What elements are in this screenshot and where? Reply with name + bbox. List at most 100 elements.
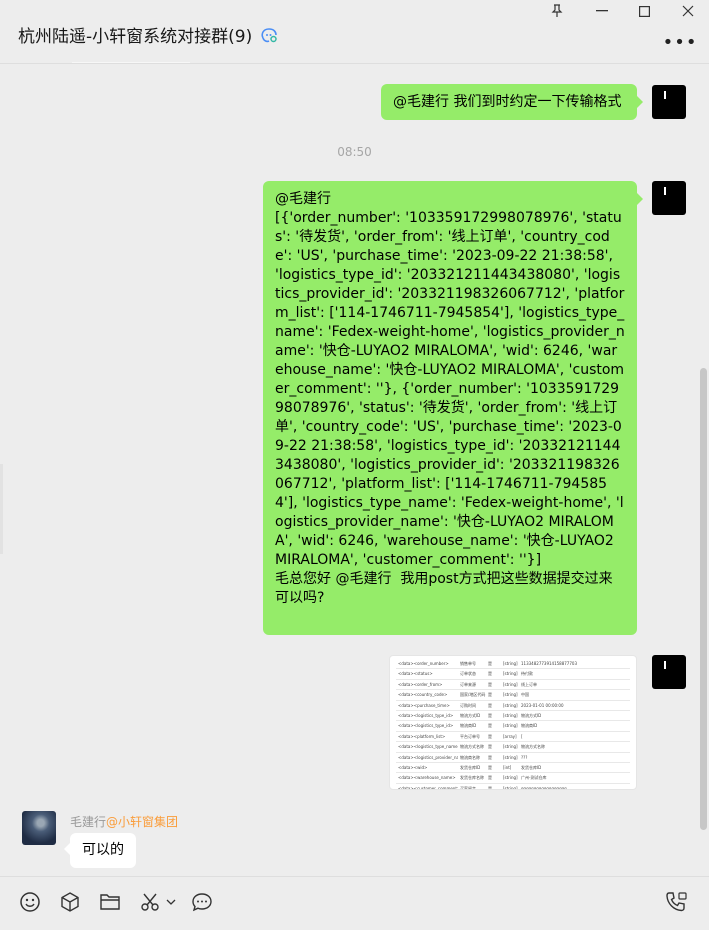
table-cell: <data><order_number> bbox=[398, 661, 449, 666]
avatar[interactable] bbox=[652, 181, 686, 215]
table-cell: 是 bbox=[488, 785, 492, 790]
table-cell: 发货仓库名称 bbox=[460, 775, 484, 781]
table-cell: <data><logistics_type_id> bbox=[398, 723, 454, 729]
table-cell: 线上订单 bbox=[521, 681, 537, 687]
table-cell: 物流方式名称 bbox=[460, 744, 484, 750]
table-cell: [string] bbox=[503, 712, 518, 718]
chat-title-wrap: 杭州陆遥-小轩窗系统对接群(9) bbox=[18, 22, 280, 47]
scissors-icon[interactable] bbox=[138, 890, 162, 914]
message-list[interactable]: @毛建行 我们到时约定一下传输格式 08:50 @毛建行 [{'order_nu… bbox=[0, 64, 709, 876]
table-cell: 物流商名称 bbox=[460, 754, 480, 760]
table-cell: [string] bbox=[503, 671, 518, 677]
table-cell: 订单来源 bbox=[460, 681, 476, 687]
table-cell: <data><status> bbox=[398, 671, 433, 677]
more-options-button[interactable]: ••• bbox=[663, 32, 697, 53]
table-cell: ??? bbox=[521, 754, 528, 760]
table-cell: [array] bbox=[503, 733, 517, 739]
table-cell: 1133482773914158877703 bbox=[521, 661, 577, 666]
table-row: <data><order_from> 订单来源 是 [string] 线上订单 bbox=[396, 680, 630, 691]
table-row: <data><customer_comment> 买家留言 是 [string] qqq… bbox=[396, 784, 630, 790]
table-cell: 发货仓库ID bbox=[460, 764, 481, 770]
avatar[interactable] bbox=[652, 85, 686, 119]
table-cell: qqqqqqqqqqqqqqqqqq bbox=[521, 785, 567, 790]
folder-icon[interactable] bbox=[98, 890, 122, 914]
table-cell: 是 bbox=[488, 754, 492, 760]
table-cell: <data><wid> bbox=[398, 764, 428, 770]
table-cell: <data><logistics_type_name> bbox=[398, 744, 458, 750]
table-cell: [int] bbox=[503, 764, 512, 770]
table-cell: 国家/地区代码 bbox=[460, 692, 486, 698]
table-cell: 发货仓库ID bbox=[521, 764, 542, 770]
sender-avatar[interactable] bbox=[22, 811, 56, 845]
group-chat-icon[interactable] bbox=[260, 26, 280, 44]
table-cell: <data><warehouse_name> bbox=[398, 775, 456, 781]
more-icon: ••• bbox=[662, 31, 698, 53]
table-cell: 广州-测试仓库 bbox=[521, 775, 547, 781]
table-cell: [string] bbox=[503, 681, 518, 687]
table-cell: 是 bbox=[488, 692, 492, 698]
table-row: <data><logistics_type_id> 物流方式ID 是 [string]… bbox=[396, 711, 630, 722]
table-row: <data><warehouse_name> 发货仓库名称是 [string] 广州-… bbox=[396, 773, 630, 784]
chat-header: 杭州陆遥-小轩窗系统对接群(9) ••• bbox=[0, 0, 709, 64]
table-cell: 订单状态 bbox=[460, 671, 476, 677]
table-cell: 销售单号 bbox=[460, 661, 476, 666]
table-cell: 平台订单号 bbox=[460, 733, 480, 739]
table-row: <data><logistics_provider_name>物流商名称 是 [st… bbox=[396, 753, 630, 763]
table-row: <data><purchase_time> 订购时间 是 [string] 2023-0… bbox=[396, 701, 630, 711]
table-cell: [string] bbox=[503, 785, 518, 790]
message-text: @毛建行 我们到时约定一下传输格式 bbox=[393, 94, 622, 110]
cube-icon[interactable] bbox=[58, 890, 82, 914]
table-cell: 物流方式名称 bbox=[521, 744, 545, 750]
maximize-icon[interactable] bbox=[626, 0, 662, 22]
table-cell: 是 bbox=[488, 661, 492, 666]
message-text: 可以的 bbox=[82, 842, 124, 858]
input-toolbar bbox=[0, 876, 709, 930]
table-row: <data><country_code> 国家/地区代码是 [string] 中国 bbox=[396, 690, 630, 701]
table-cell: 2023-01-01 00:00:00 bbox=[521, 702, 564, 708]
table-cell: 是 bbox=[488, 712, 492, 718]
table-cell: 待付款 bbox=[521, 671, 533, 677]
table-row: <data><wid> 发货仓库ID 是 [int] 发货仓库ID bbox=[396, 763, 630, 774]
message-scrollbar[interactable] bbox=[700, 368, 707, 830]
table-row: <data><order_number> 销售单号 是 [string] 1133482… bbox=[396, 659, 630, 670]
table-cell: <data><customer_comment> bbox=[398, 785, 458, 790]
close-icon[interactable] bbox=[670, 0, 706, 22]
table-cell: <data><purchase_time> bbox=[398, 702, 450, 708]
image-message[interactable]: <data><order_number> 销售单号是 [string] 1133482… bbox=[389, 655, 637, 790]
table-cell: 是 bbox=[488, 744, 492, 750]
table-cell: 是 bbox=[488, 681, 492, 687]
sender-organization: @小轩窗集团 bbox=[106, 815, 179, 829]
screenshot-table-image: <data><order_number> 销售单号是 [string] 1133482… bbox=[396, 659, 630, 790]
table-cell: [string] bbox=[503, 744, 518, 750]
left-resize-handle[interactable] bbox=[0, 464, 3, 554]
message-text: @毛建行 [{'order_number': '1033591729980789… bbox=[275, 191, 625, 606]
phone-icon[interactable] bbox=[664, 890, 688, 914]
table-cell: 是 bbox=[488, 764, 492, 770]
table-cell: 订购时间 bbox=[460, 702, 476, 708]
table-row: <data><platform_list> 平台订单号 是 [array] [ bbox=[396, 732, 630, 743]
message-bubble[interactable]: @毛建行 [{'order_number': '1033591729980789… bbox=[263, 181, 643, 635]
chat-bubble-icon[interactable] bbox=[190, 890, 214, 914]
sender-name-line: 毛建行@小轩窗集团 bbox=[70, 813, 178, 830]
chevron-down-icon[interactable] bbox=[164, 890, 178, 914]
table-cell: 物流商ID bbox=[460, 723, 477, 729]
table-cell: <data><platform_list> bbox=[398, 733, 446, 739]
sender-name[interactable]: 毛建行 bbox=[70, 815, 106, 829]
pin-icon[interactable] bbox=[539, 0, 575, 22]
table-cell: 是 bbox=[488, 775, 492, 781]
table-row: <data><logistics_type_id> 物流商ID 是 [string] 物… bbox=[396, 721, 630, 732]
message-bubble[interactable]: @毛建行 我们到时约定一下传输格式 bbox=[381, 84, 643, 120]
emoji-icon[interactable] bbox=[18, 890, 42, 914]
minimize-icon[interactable] bbox=[584, 0, 620, 22]
table-cell: [string] bbox=[503, 661, 518, 666]
chat-title[interactable]: 杭州陆遥-小轩窗系统对接群(9) bbox=[18, 22, 252, 47]
table-cell: 是 bbox=[488, 702, 492, 708]
table-cell: [ bbox=[521, 733, 523, 739]
table-cell: 物流方式ID bbox=[521, 712, 542, 718]
avatar[interactable] bbox=[652, 655, 686, 689]
table-cell: 是 bbox=[488, 671, 492, 677]
table-cell: <data><logistics_type_id> bbox=[398, 712, 454, 718]
table-cell: [string] bbox=[503, 754, 518, 760]
table-cell: [string] bbox=[503, 702, 518, 708]
message-bubble[interactable]: 可以的 bbox=[64, 833, 136, 868]
